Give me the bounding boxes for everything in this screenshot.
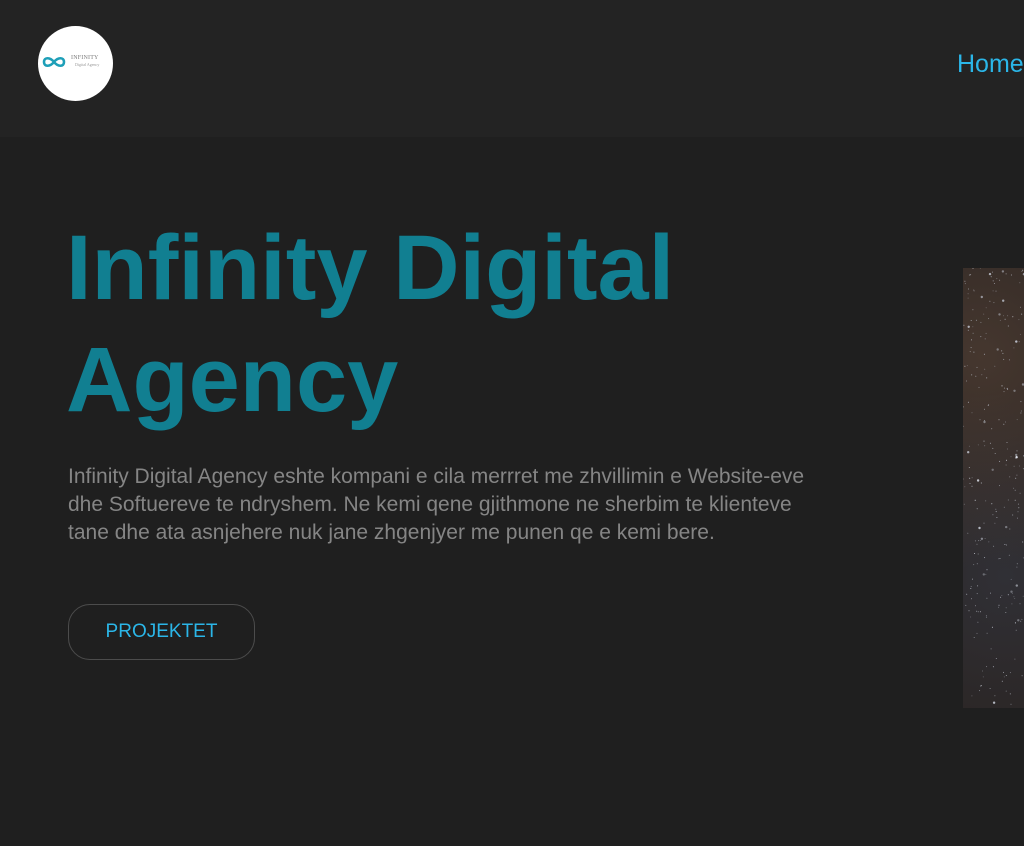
projektet-button[interactable]: PROJEKTET xyxy=(68,604,255,660)
hero-title: Infinity Digital Agency xyxy=(66,212,886,436)
logo-brand-subtext: Digital Agency xyxy=(75,62,100,67)
starfield-image xyxy=(963,268,1024,708)
logo-brand-text: INFINITY xyxy=(71,55,99,61)
hero-title-line-1: Infinity Digital xyxy=(66,217,675,319)
site-header: INFINITY Digital Agency Home xyxy=(0,0,1024,137)
logo[interactable]: INFINITY Digital Agency xyxy=(38,26,113,101)
nav-home-link[interactable]: Home xyxy=(957,50,1024,79)
hero-title-line-2: Agency xyxy=(66,329,399,431)
hero-description: Infinity Digital Agency eshte kompani e … xyxy=(68,465,805,544)
